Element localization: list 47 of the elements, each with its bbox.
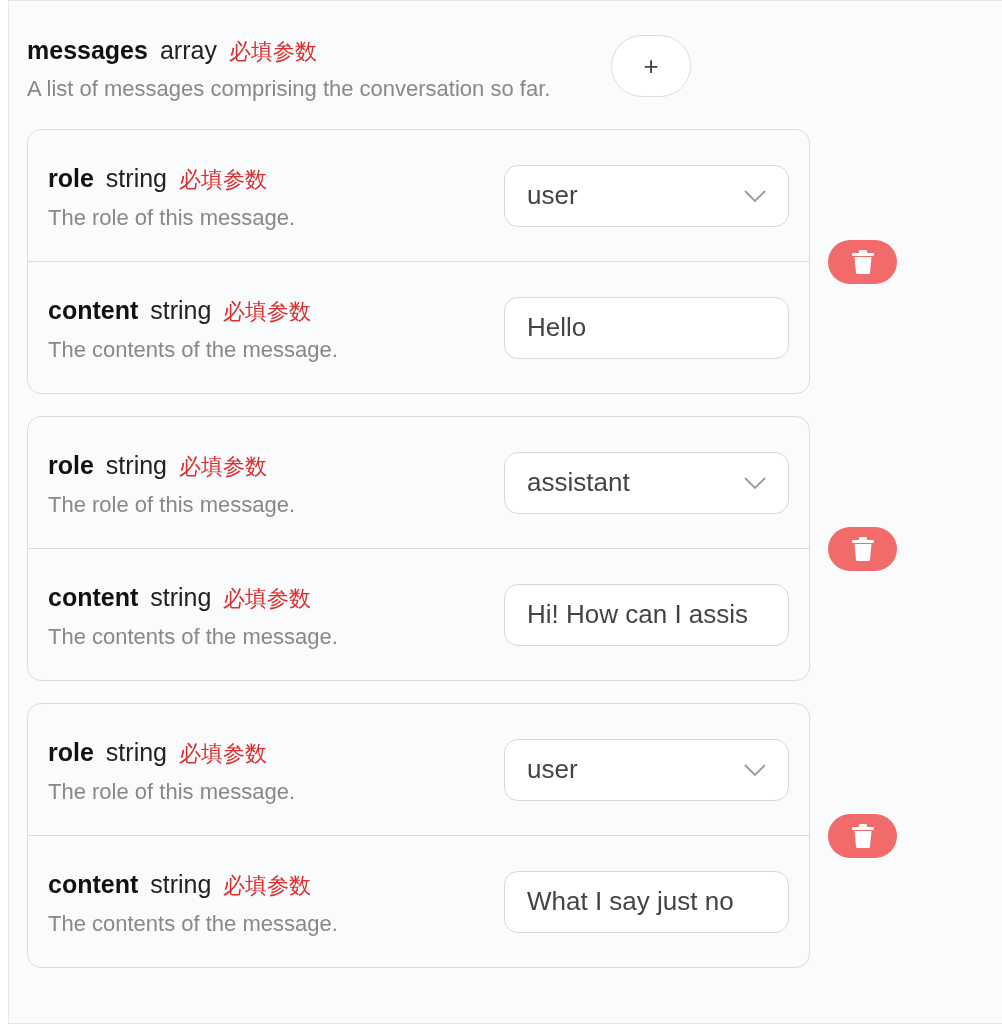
field-name: content [48, 294, 139, 326]
add-button[interactable]: + [611, 35, 691, 97]
field-description: The contents of the message. [48, 623, 338, 650]
field-type: string [105, 449, 167, 481]
field-name: content [48, 868, 139, 900]
delete-button[interactable] [828, 526, 897, 571]
field-type: array [159, 35, 217, 66]
chevron-down-icon [744, 476, 766, 489]
delete-button[interactable] [828, 813, 897, 858]
field-type: string [105, 162, 167, 194]
role-select[interactable]: user [504, 738, 789, 801]
required-label: 必填参数 [179, 739, 267, 768]
trash-icon [851, 823, 874, 848]
field-description: A list of messages comprising the conversation so far. [27, 75, 552, 103]
required-label: 必填参数 [228, 38, 317, 66]
field-description: The role of this message. [48, 491, 295, 518]
field-type: string [150, 868, 212, 900]
required-label: 必填参数 [223, 584, 312, 613]
chevron-down-icon [744, 763, 766, 776]
field-description: The contents of the message. [48, 336, 338, 363]
field-name: messages [27, 35, 148, 66]
field-type: string [105, 736, 167, 768]
content-field[interactable]: Hello [504, 296, 789, 359]
role-select[interactable]: assistant [504, 451, 789, 514]
required-label: 必填参数 [179, 452, 267, 481]
field-type: string [150, 581, 212, 613]
role-select[interactable]: user [504, 164, 789, 227]
field-name: role [48, 736, 94, 768]
field-description: The role of this message. [48, 778, 295, 805]
field-name: role [48, 449, 94, 481]
delete-button[interactable] [828, 239, 897, 284]
select-value: assistant [527, 467, 630, 498]
chevron-down-icon [744, 189, 766, 202]
select-value: user [527, 754, 578, 785]
field-description: The contents of the message. [48, 910, 338, 937]
field-name: content [48, 581, 139, 613]
field-type: string [150, 294, 212, 326]
required-label: 必填参数 [223, 871, 312, 900]
required-label: 必填参数 [179, 165, 267, 194]
content-field[interactable]: Hi! How can I assis [504, 583, 789, 646]
field-name: role [48, 162, 94, 194]
required-label: 必填参数 [223, 297, 312, 326]
select-value: user [527, 180, 578, 211]
field-description: The role of this message. [48, 204, 295, 231]
trash-icon [851, 536, 874, 561]
trash-icon [851, 249, 874, 274]
content-field[interactable]: What I say just no [504, 870, 789, 933]
